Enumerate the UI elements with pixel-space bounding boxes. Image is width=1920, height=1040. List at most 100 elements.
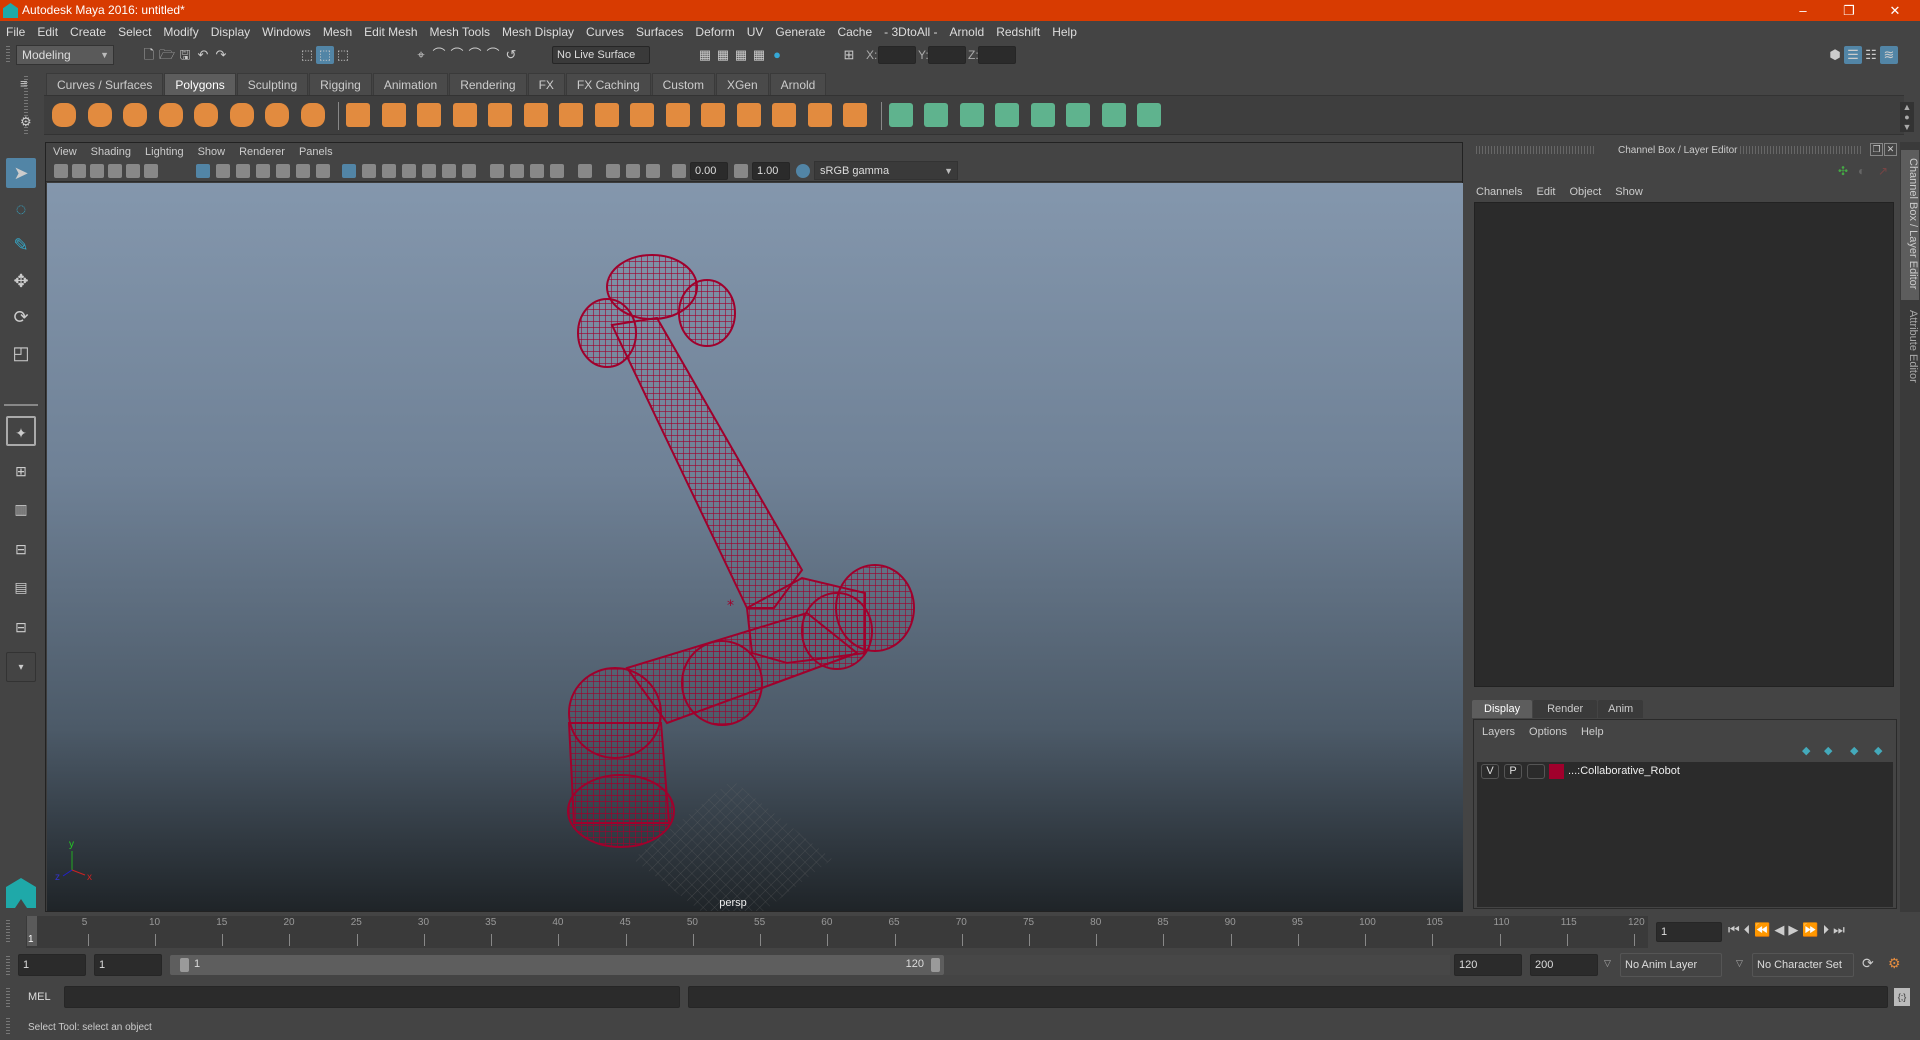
target-weld-icon[interactable] — [665, 103, 690, 127]
shelf-tab-sculpting[interactable]: Sculpting — [236, 73, 309, 95]
current-frame-field[interactable]: 1 — [1656, 922, 1722, 942]
move-layer-down-icon[interactable]: ◆ — [1824, 744, 1832, 757]
extrude-icon[interactable] — [594, 103, 619, 127]
lasso-tool-icon[interactable]: ◌ — [6, 194, 36, 224]
manipulator-icon[interactable]: ✣ — [1838, 164, 1848, 178]
side-tab-channel-box[interactable]: Channel Box / Layer Editor — [1901, 150, 1919, 300]
cb-menu-show[interactable]: Show — [1615, 186, 1643, 198]
resolution-gate-icon[interactable] — [236, 164, 250, 178]
bevel-icon[interactable] — [523, 103, 548, 127]
anti-aliasing-icon[interactable] — [530, 164, 544, 178]
menu-arnold[interactable]: Arnold — [944, 21, 991, 43]
automatic-map-icon[interactable] — [1030, 103, 1055, 127]
layer-row[interactable]: V P ...:Collaborative_Robot — [1477, 762, 1893, 782]
planar-map-icon[interactable] — [924, 103, 948, 127]
timeline-grip[interactable] — [6, 920, 10, 942]
step-forward-frame-icon[interactable]: ⏵ — [1823, 922, 1834, 937]
textured-icon[interactable] — [422, 164, 436, 178]
render-view-icon[interactable]: ▦ — [696, 46, 714, 64]
menu-help[interactable]: Help — [1046, 21, 1083, 43]
current-time-indicator[interactable]: 1 — [27, 916, 37, 946]
menu-file[interactable]: File — [0, 21, 31, 43]
append-icon[interactable] — [736, 103, 761, 127]
tab-anim[interactable]: Anim — [1598, 700, 1644, 718]
viewport-menu-show[interactable]: Show — [191, 143, 233, 161]
transform-constraint-icon[interactable]: ⊞ — [840, 46, 858, 64]
xray-icon[interactable] — [402, 164, 416, 178]
cylindrical-map-icon[interactable] — [959, 103, 984, 127]
menu-uv[interactable]: UV — [741, 21, 770, 43]
side-tab-attribute-editor[interactable]: Attribute Editor — [1901, 302, 1919, 418]
shelf-tab-curves-surfaces[interactable]: Curves / Surfaces — [46, 73, 164, 95]
viewport-menu-lighting[interactable]: Lighting — [138, 143, 191, 161]
rotate-tool-icon[interactable]: ⟳ — [6, 302, 36, 332]
poly-torus-icon[interactable] — [229, 103, 254, 127]
menu-3dtoall[interactable]: - 3DtoAll - — [878, 21, 943, 43]
new-scene-icon[interactable]: 🗋 — [140, 46, 158, 64]
color-management-toggle-icon[interactable] — [796, 164, 810, 178]
layer-visibility-toggle[interactable]: V — [1481, 764, 1499, 779]
select-tool-icon[interactable]: ➤ — [6, 158, 36, 188]
hypershade-icon[interactable]: ● — [768, 46, 786, 64]
attribute-editor-toggle-icon[interactable]: ☰ — [1844, 46, 1862, 64]
snap-live-icon[interactable]: ⌒ — [484, 46, 502, 64]
play-forwards-icon[interactable]: ▶ — [1788, 922, 1802, 937]
mirror-icon[interactable] — [417, 103, 441, 127]
play-backwards-icon[interactable]: ◀ — [1774, 922, 1788, 937]
animation-start-field[interactable]: 1 — [18, 954, 86, 976]
snap-point-icon[interactable]: ⌒ — [448, 46, 466, 64]
collaborative-robot-wireframe[interactable] — [567, 254, 915, 848]
menu-cache[interactable]: Cache — [831, 21, 878, 43]
poly-extrude-face-icon[interactable] — [772, 103, 796, 127]
film-gate-icon[interactable] — [216, 164, 230, 178]
shelf-tab-animation[interactable]: Animation — [372, 73, 449, 95]
panel-grip-right[interactable] — [1740, 146, 1862, 154]
menu-redshift[interactable]: Redshift — [990, 21, 1046, 43]
smooth-icon[interactable] — [452, 103, 477, 127]
menu-deform[interactable]: Deform — [689, 21, 740, 43]
move-tool-icon[interactable]: ✥ — [6, 266, 36, 296]
playback-start-field[interactable]: 1 — [94, 954, 162, 976]
exposure-field[interactable]: 0.00 — [690, 162, 728, 180]
playback-end-field[interactable]: 120 — [1454, 954, 1522, 976]
tab-display[interactable]: Display — [1472, 700, 1533, 718]
minimize-button[interactable]: – — [1780, 0, 1826, 21]
gamma-field[interactable]: 1.00 — [752, 162, 790, 180]
tool-settings-icon[interactable]: ☷ — [1862, 46, 1880, 64]
y-field[interactable] — [928, 46, 966, 64]
shelf-tab-polygons[interactable]: Polygons — [164, 73, 236, 95]
safe-action-icon[interactable] — [296, 164, 310, 178]
xray-joints-icon[interactable] — [606, 164, 620, 178]
open-scene-icon[interactable]: 🗁 — [158, 46, 176, 64]
layout-uv-icon[interactable] — [1137, 103, 1161, 127]
color-space-dropdown[interactable]: sRGB gamma ▼ — [814, 161, 958, 180]
close-panel-icon[interactable]: ✕ — [1884, 143, 1897, 156]
cb-menu-object[interactable]: Object — [1569, 186, 1601, 198]
grid-toggle-icon[interactable] — [196, 164, 210, 178]
layer-playback-toggle[interactable]: P — [1504, 764, 1522, 779]
poly-pyramid-icon[interactable] — [265, 103, 289, 127]
render-settings-icon[interactable]: ▦ — [750, 46, 768, 64]
merge-icon[interactable] — [701, 103, 725, 127]
x-field[interactable] — [878, 46, 916, 64]
z-field[interactable] — [978, 46, 1016, 64]
exposure-icon[interactable] — [672, 164, 686, 178]
step-back-frame-icon[interactable]: ⏴ — [1744, 922, 1755, 937]
menu-windows[interactable]: Windows — [256, 21, 317, 43]
shelf-tab-rendering[interactable]: Rendering — [449, 73, 527, 95]
shelf-tab-custom[interactable]: Custom — [651, 73, 715, 95]
auto-key-icon[interactable]: ⟳ — [1862, 955, 1874, 972]
animation-end-field[interactable]: 200 — [1530, 954, 1598, 976]
menu-mesh-tools[interactable]: Mesh Tools — [424, 21, 496, 43]
perspective-viewport[interactable]: * y x z persp — [47, 183, 1463, 911]
uv-editor-icon[interactable] — [1101, 103, 1126, 127]
save-scene-icon[interactable]: 🖫 — [176, 46, 194, 64]
command-language-label[interactable]: MEL — [28, 991, 51, 1003]
extract-icon[interactable] — [488, 103, 512, 127]
isolate-select-icon[interactable] — [578, 164, 592, 178]
go-to-end-icon[interactable]: ⏭ — [1833, 922, 1849, 937]
range-start-handle[interactable] — [180, 958, 189, 972]
range-slider[interactable]: 1 120 — [170, 955, 944, 975]
poly-pipe-icon[interactable] — [300, 103, 325, 127]
2d-pan-zoom-icon[interactable] — [126, 164, 140, 178]
